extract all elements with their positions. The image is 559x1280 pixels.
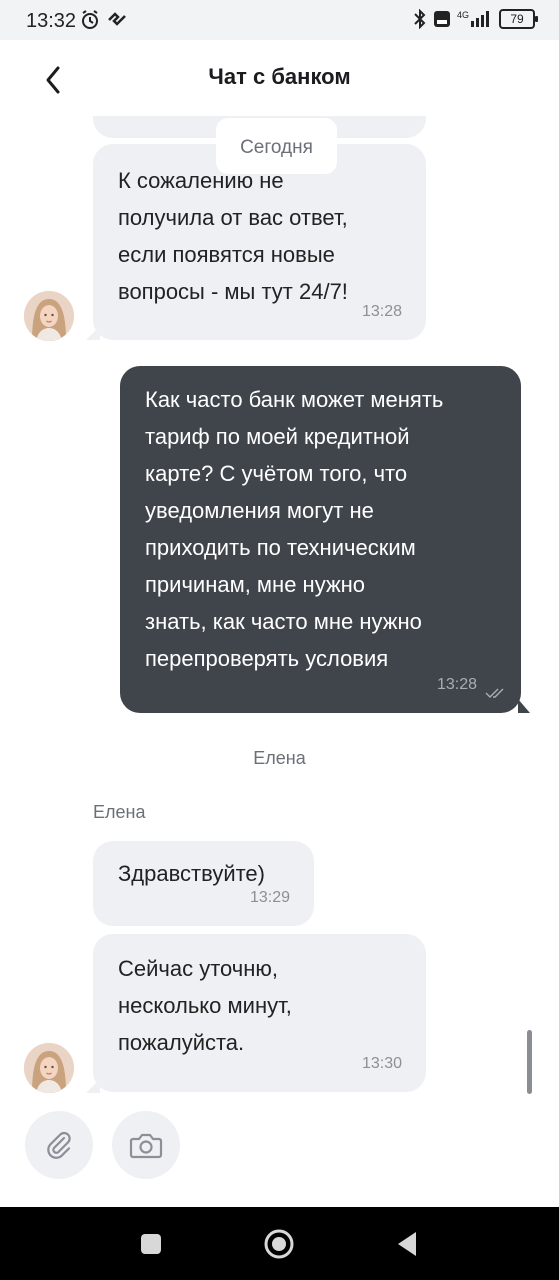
- back-nav-button[interactable]: [390, 1227, 424, 1261]
- date-separator: Сегодня: [216, 118, 337, 174]
- status-left-icons: [80, 9, 128, 31]
- paperclip-icon: [47, 1131, 71, 1159]
- status-bar: 13:32 4G 79: [0, 0, 559, 40]
- triangle-back-icon: [398, 1232, 416, 1256]
- attach-button[interactable]: [25, 1111, 93, 1179]
- chat-messages[interactable]: 13:27 К сожалению не получила от вас отв…: [0, 116, 559, 1106]
- alarm-icon: [82, 10, 98, 29]
- camera-icon: [129, 1133, 163, 1159]
- message-bubble-incoming: Здравствуйте) 13:29: [93, 841, 314, 926]
- bubble-tail: [86, 326, 100, 340]
- circle-home-icon: [264, 1229, 294, 1259]
- bluetooth-icon: [414, 9, 426, 29]
- message-author: Елена: [93, 802, 146, 822]
- read-checkmarks-icon: [485, 688, 504, 698]
- message-text: Как часто банк может менять тариф по мое…: [145, 387, 444, 671]
- system-navigation-bar: [0, 1207, 559, 1280]
- recent-apps-button[interactable]: [134, 1227, 168, 1261]
- battery-indicator: 79: [499, 9, 538, 29]
- page-title: Чат с банком: [208, 64, 351, 89]
- bubble-tail-outgoing: [518, 699, 530, 713]
- agent-avatar-image: [24, 1043, 74, 1093]
- message-time: 13:29: [249, 889, 290, 906]
- agent-avatar-image: [24, 291, 74, 341]
- agent-joined-label: Елена: [253, 748, 306, 768]
- message-bubble-outgoing: Как часто банк может менять тариф по мое…: [120, 366, 521, 713]
- app-notification-icon: [108, 12, 126, 26]
- message-time: 13:28: [436, 676, 477, 693]
- message-time: 13:27: [362, 116, 402, 128]
- svg-text:4G: 4G: [457, 10, 469, 20]
- bubble-tail: [86, 1079, 100, 1093]
- message-time: 13:28: [361, 303, 402, 320]
- status-right-icons: 4G 79: [413, 9, 538, 29]
- message-time: 13:30: [361, 1055, 402, 1072]
- volte-icon: [434, 11, 450, 27]
- scrollbar[interactable]: [527, 1030, 532, 1094]
- agent-avatar: [24, 291, 74, 341]
- status-time: 13:32: [26, 10, 77, 32]
- chat-header: Чат с банком: [0, 40, 559, 116]
- message-text: К сожалению не получила от вас ответ, ес…: [118, 168, 348, 304]
- signal-icon: 4G: [457, 10, 489, 27]
- agent-avatar: [24, 1043, 74, 1093]
- home-button[interactable]: [262, 1227, 296, 1261]
- square-icon: [141, 1234, 161, 1254]
- camera-button[interactable]: [112, 1111, 180, 1179]
- message-bubble-incoming: Сейчас уточню, несколько минут, пожалуйс…: [93, 934, 426, 1092]
